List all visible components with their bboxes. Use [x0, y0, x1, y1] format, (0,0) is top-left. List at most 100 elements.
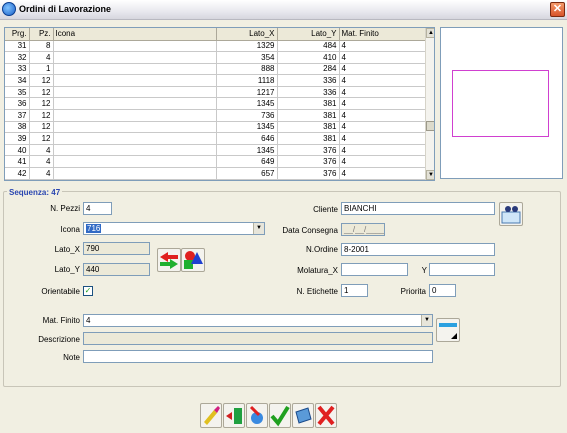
cell-mat-finito: 4: [339, 51, 426, 64]
table-row[interactable]: 33 1 888 284 4: [5, 63, 426, 76]
cell-pz: 12: [29, 132, 54, 145]
cell-pz: 4: [29, 167, 54, 180]
cell-mat-finito: 4: [339, 121, 426, 134]
table-row[interactable]: 36 12 1345 381 4: [5, 97, 426, 111]
cross-icon: [317, 405, 335, 426]
molatura-label: Molatura_X: [297, 266, 338, 275]
table-row[interactable]: 40 4 1345 376 4: [5, 144, 426, 157]
matfinito-label: Mat. Finito: [42, 316, 80, 325]
cell-pz: 8: [29, 40, 54, 53]
export-button[interactable]: [223, 403, 245, 428]
stack-icon: [295, 407, 312, 424]
grid-header-row: Prg. Pz. Icona Lato_X Lato_Y Mat. Finito: [5, 28, 426, 41]
cell-pz: 1: [29, 63, 54, 76]
col-header-pz[interactable]: Pz.: [29, 28, 54, 41]
cell-prg: 36: [5, 97, 30, 111]
table-row[interactable]: 32 4 354 410 4: [5, 51, 426, 64]
col-header-lato-y[interactable]: Lato_Y: [277, 28, 340, 41]
shape-preview: [440, 27, 563, 179]
cell-lato-x: 657: [216, 167, 278, 180]
cell-lato-y: 336: [277, 86, 340, 99]
cliente-field[interactable]: BIANCHI: [341, 202, 495, 215]
tools-button[interactable]: [246, 403, 268, 428]
cell-lato-y: 376: [277, 155, 340, 169]
cancel-button[interactable]: [315, 403, 337, 428]
cell-icona: [53, 74, 217, 87]
material-swatch-icon: [439, 323, 457, 339]
table-row[interactable]: 42 4 657 376 4: [5, 167, 426, 180]
grid-body: 31 8 1329 484 4 32 4 354 410 4 33 1 888 284 4 34 12 1118 3…: [5, 40, 426, 180]
cell-prg: 37: [5, 109, 30, 122]
table-row[interactable]: 41 4 649 376 4: [5, 155, 426, 169]
table-row[interactable]: 38 12 1345 381 4: [5, 121, 426, 134]
window-title: Ordini di Lavorazione: [19, 4, 112, 14]
npezzi-field[interactable]: 4: [83, 202, 112, 215]
priorita-field[interactable]: 0: [429, 284, 456, 297]
cell-mat-finito: 4: [339, 63, 426, 76]
rotate-button[interactable]: [157, 248, 181, 272]
cell-lato-x: 1345: [216, 121, 278, 134]
cell-pz: 4: [29, 51, 54, 64]
cell-pz: 12: [29, 86, 54, 99]
table-row[interactable]: 34 12 1118 336 4: [5, 74, 426, 87]
note-field[interactable]: [83, 350, 433, 363]
molatura-x-field[interactable]: [341, 263, 408, 276]
cell-lato-y: 484: [277, 40, 340, 53]
scroll-up-arrow[interactable]: ▲: [426, 28, 434, 38]
cell-icona: [53, 121, 217, 134]
icona-label: Icona: [60, 225, 80, 234]
shapes-button[interactable]: [181, 248, 205, 272]
nordine-label: N.Ordine: [305, 245, 338, 254]
col-header-lato-x[interactable]: Lato_X: [216, 28, 278, 41]
cell-prg: 39: [5, 132, 30, 145]
orientabile-checkbox[interactable]: ✓: [83, 286, 93, 296]
scroll-thumb[interactable]: [426, 121, 434, 131]
data-consegna-field[interactable]: __/__/____: [341, 223, 385, 236]
material-swatch-button[interactable]: [436, 318, 460, 342]
list-button[interactable]: [292, 403, 314, 428]
orders-grid[interactable]: Prg. Pz. Icona Lato_X Lato_Y Mat. Finito…: [4, 27, 435, 181]
cell-icona: [53, 97, 217, 111]
close-button[interactable]: ✕: [550, 2, 565, 17]
matfinito-dropdown-button[interactable]: ▼: [421, 315, 432, 326]
cell-mat-finito: 4: [339, 86, 426, 99]
matfinito-combo[interactable]: 4 ▼: [83, 314, 433, 327]
matfinito-value: 4: [86, 316, 91, 325]
tools-icon: [249, 405, 263, 424]
table-row[interactable]: 37 12 736 381 4: [5, 109, 426, 122]
col-header-prg[interactable]: Prg.: [5, 28, 30, 41]
cell-prg: 32: [5, 51, 30, 64]
table-row[interactable]: 31 8 1329 484 4: [5, 40, 426, 53]
netichette-field[interactable]: 1: [341, 284, 368, 297]
cell-icona: [53, 109, 217, 122]
cliente-label: Cliente: [313, 205, 338, 214]
icona-combo[interactable]: 716 ▼: [83, 222, 265, 235]
app-icon: [2, 2, 16, 16]
priorita-label: Priorita: [400, 287, 426, 296]
cell-mat-finito: 4: [339, 109, 426, 122]
cell-lato-y: 381: [277, 109, 340, 122]
nordine-field[interactable]: 8-2001: [341, 243, 495, 256]
cell-icona: [53, 132, 217, 145]
molatura-y-field[interactable]: [429, 263, 495, 276]
icona-dropdown-button[interactable]: ▼: [253, 223, 264, 234]
grid-vertical-scrollbar[interactable]: ▲ ▼: [425, 28, 434, 180]
col-header-mat-finito[interactable]: Mat. Finito: [339, 28, 426, 41]
note-label: Note: [63, 353, 80, 362]
cell-pz: 4: [29, 155, 54, 169]
cell-prg: 34: [5, 74, 30, 87]
col-header-icona[interactable]: Icona: [53, 28, 217, 41]
cell-icona: [53, 155, 217, 169]
cell-pz: 12: [29, 74, 54, 87]
client-lookup-button[interactable]: [499, 202, 523, 226]
y-label: Y: [421, 266, 427, 275]
confirm-button[interactable]: [269, 403, 291, 428]
cell-mat-finito: 4: [339, 97, 426, 111]
scroll-down-arrow[interactable]: ▼: [426, 170, 434, 180]
brush-button[interactable]: [200, 403, 222, 428]
table-row[interactable]: 35 12 1217 336 4: [5, 86, 426, 99]
cell-lato-x: 1217: [216, 86, 278, 99]
cell-lato-x: 646: [216, 132, 278, 145]
table-row[interactable]: 39 12 646 381 4: [5, 132, 426, 145]
cell-lato-x: 888: [216, 63, 278, 76]
